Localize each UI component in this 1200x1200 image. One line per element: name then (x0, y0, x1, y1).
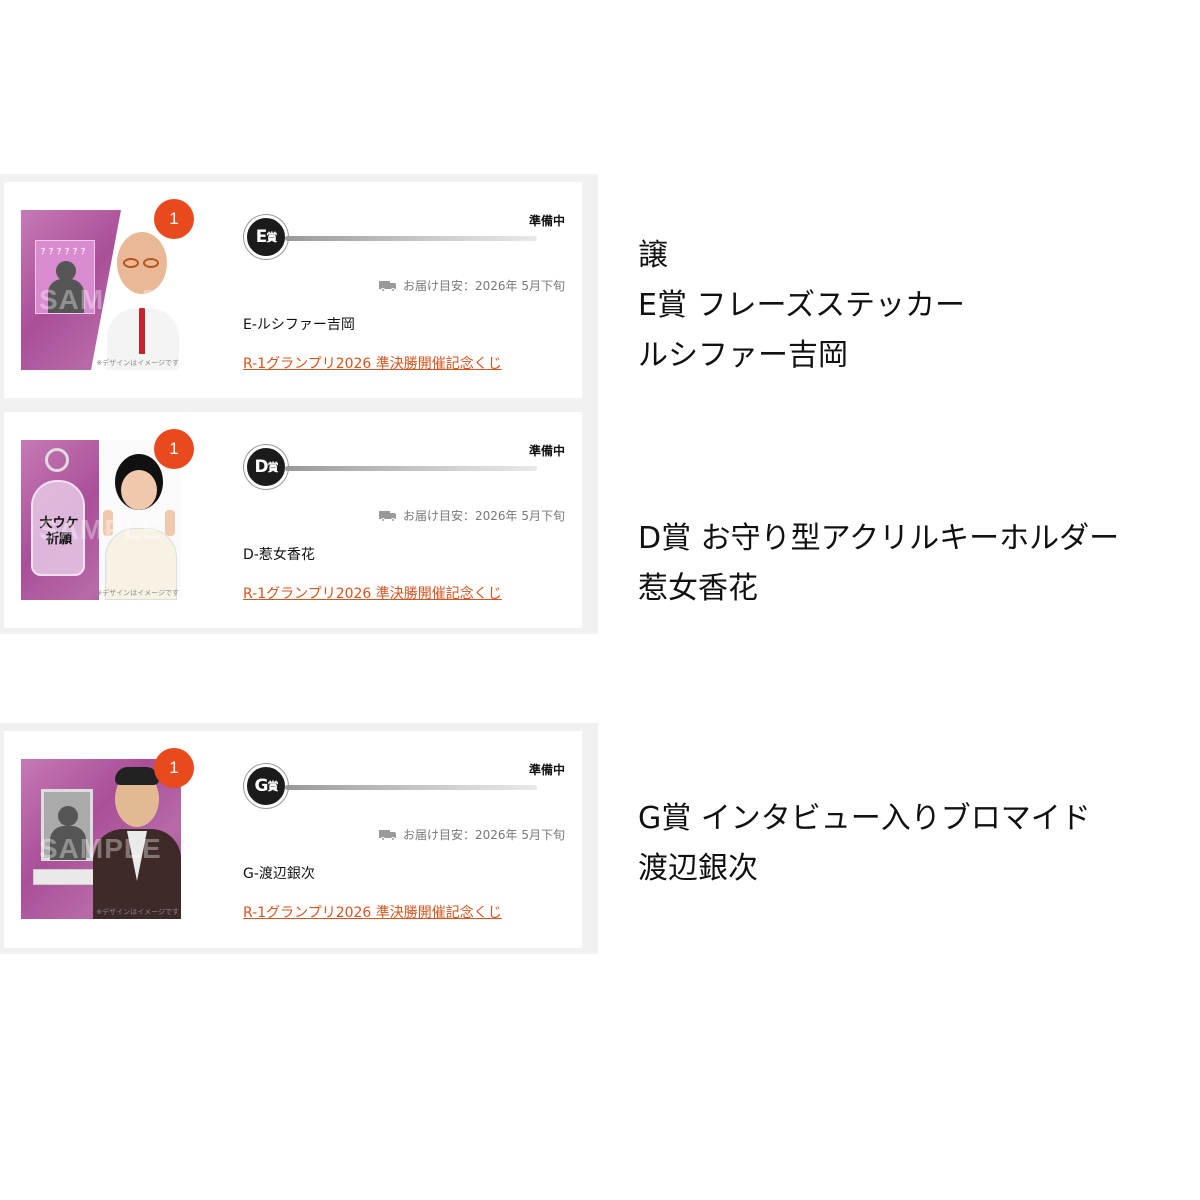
status-label: 準備中 (528, 214, 565, 228)
prize-g-icon: G賞 (244, 764, 288, 808)
sample-watermark: SAMPLE (39, 284, 162, 315)
annotation-line: D賞 お守り型アクリルキーホルダー (638, 521, 1120, 556)
annotation-line: 渡辺銀次 (638, 851, 758, 886)
progress-bar (285, 466, 537, 471)
thumb-caption: ※デザインはイメージです (96, 908, 179, 916)
sample-watermark: SAMPLE (39, 514, 162, 545)
lottery-link[interactable]: R-1グランプリ2026 準決勝開催記念くじ (243, 902, 502, 922)
sample-watermark: SAMPLE (39, 833, 162, 864)
delivery-estimate: お届け目安：2026年 5月下旬 (379, 277, 565, 294)
progress-bar (285, 236, 537, 241)
thumb-caption: ※デザインはイメージです (96, 359, 179, 367)
annotation-line: 惹女香花 (638, 571, 758, 606)
truck-icon (379, 280, 397, 292)
lottery-link[interactable]: R-1グランプリ2026 準決勝開催記念くじ (243, 353, 502, 373)
annotation-line: ルシファー吉岡 (638, 338, 848, 373)
lottery-link[interactable]: R-1グランプリ2026 準決勝開催記念くじ (243, 583, 502, 603)
prize-card-body[interactable]: ？？？？？？ SAMPLE ※デザインはイメージです 1 E賞 準備中 お届け目… (4, 182, 582, 398)
truck-icon (379, 510, 397, 522)
product-thumbnail[interactable]: 大ウケ祈願 SAMPLE ※デザインはイメージです (21, 440, 181, 600)
status-label: 準備中 (528, 763, 565, 777)
status-label: 準備中 (528, 444, 565, 458)
count-badge: 1 (154, 748, 194, 788)
truck-icon (379, 829, 397, 841)
annotation-line: 譲 (638, 238, 668, 273)
product-thumbnail[interactable]: SAMPLE ※デザインはイメージです (21, 759, 181, 919)
delivery-text: お届け目安：2026年 5月下旬 (403, 279, 565, 293)
progress-bar (285, 785, 537, 790)
prize-e-icon: E賞 (244, 215, 288, 259)
prize-card-e: ？？？？？？ SAMPLE ※デザインはイメージです 1 E賞 準備中 お届け目… (0, 174, 598, 404)
prize-card-g: SAMPLE ※デザインはイメージです 1 G賞 準備中 お届け目安：2026年… (0, 723, 598, 954)
prize-card-body[interactable]: 大ウケ祈願 SAMPLE ※デザインはイメージです 1 D賞 準備中 お届け目安… (4, 412, 582, 628)
sticker-text: ？？？？？？ (41, 247, 89, 256)
item-name: E-ルシファー吉岡 (243, 317, 355, 333)
count-badge: 1 (154, 429, 194, 469)
thumb-caption: ※デザインはイメージです (96, 589, 179, 597)
item-name: G-渡辺銀次 (243, 866, 315, 882)
delivery-estimate: お届け目安：2026年 5月下旬 (379, 826, 565, 843)
prize-card-body[interactable]: SAMPLE ※デザインはイメージです 1 G賞 準備中 お届け目安：2026年… (4, 731, 582, 948)
delivery-text: お届け目安：2026年 5月下旬 (403, 828, 565, 842)
annotation-e: 譲 E賞 フレーズステッカー ルシファー吉岡 (638, 231, 965, 381)
annotation-g: G賞 インタビュー入りブロマイド 渡辺銀次 (638, 794, 1091, 894)
annotation-line: G賞 インタビュー入りブロマイド (638, 801, 1091, 836)
delivery-estimate: お届け目安：2026年 5月下旬 (379, 507, 565, 524)
product-thumbnail[interactable]: ？？？？？？ SAMPLE ※デザインはイメージです (21, 210, 181, 370)
prize-card-d: 大ウケ祈願 SAMPLE ※デザインはイメージです 1 D賞 準備中 お届け目安… (0, 404, 598, 634)
annotation-line: E賞 フレーズステッカー (638, 288, 965, 323)
item-name: D-惹女香花 (243, 547, 315, 563)
delivery-text: お届け目安：2026年 5月下旬 (403, 509, 565, 523)
keychain-ring (45, 448, 69, 472)
annotation-d: D賞 お守り型アクリルキーホルダー 惹女香花 (638, 514, 1119, 614)
prize-d-icon: D賞 (244, 445, 288, 489)
count-badge: 1 (154, 199, 194, 239)
